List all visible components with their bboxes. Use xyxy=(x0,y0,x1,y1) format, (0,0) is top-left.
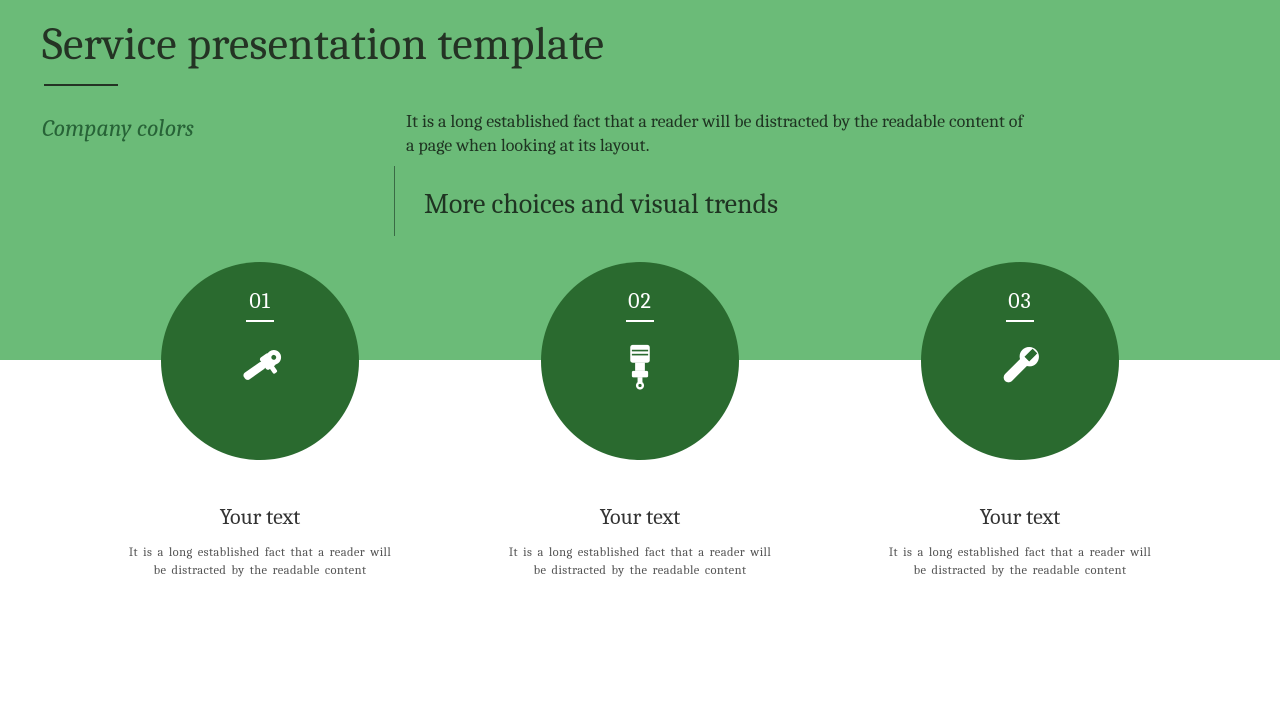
tagline: More choices and visual trends xyxy=(424,188,778,220)
grinder-icon xyxy=(234,340,286,396)
vertical-divider xyxy=(394,166,395,236)
item-2-number-underline xyxy=(626,320,654,322)
item-3-title: Your text xyxy=(980,504,1061,530)
item-3-number: 03 xyxy=(1008,288,1032,314)
item-3: 03 Your text It is a long established fa… xyxy=(870,262,1170,580)
item-1-desc: It is a long established fact that a rea… xyxy=(120,544,400,580)
slide: Service presentation template Company co… xyxy=(0,0,1280,720)
item-2-circle: 02 xyxy=(541,262,739,460)
item-2-desc: It is a long established fact that a rea… xyxy=(500,544,780,580)
page-title: Service presentation template xyxy=(42,18,604,71)
items-row: 01 Your text It is a long estab xyxy=(0,262,1280,580)
title-underline xyxy=(44,84,118,86)
item-2-title: Your text xyxy=(600,504,681,530)
intro-text: It is a long established fact that a rea… xyxy=(406,110,1026,159)
item-2-number: 02 xyxy=(628,288,652,314)
item-1-title: Your text xyxy=(220,504,301,530)
item-3-desc: It is a long established fact that a rea… xyxy=(880,544,1160,580)
item-1-circle: 01 xyxy=(161,262,359,460)
item-3-circle: 03 xyxy=(921,262,1119,460)
item-2: 02 Your text It is a long es xyxy=(490,262,790,580)
wrench-icon xyxy=(994,340,1046,396)
piston-icon xyxy=(614,340,666,396)
subtitle: Company colors xyxy=(42,114,194,142)
item-1-number-underline xyxy=(246,320,274,322)
item-1-number: 01 xyxy=(249,288,270,314)
item-3-number-underline xyxy=(1006,320,1034,322)
item-1: 01 Your text It is a long estab xyxy=(110,262,410,580)
